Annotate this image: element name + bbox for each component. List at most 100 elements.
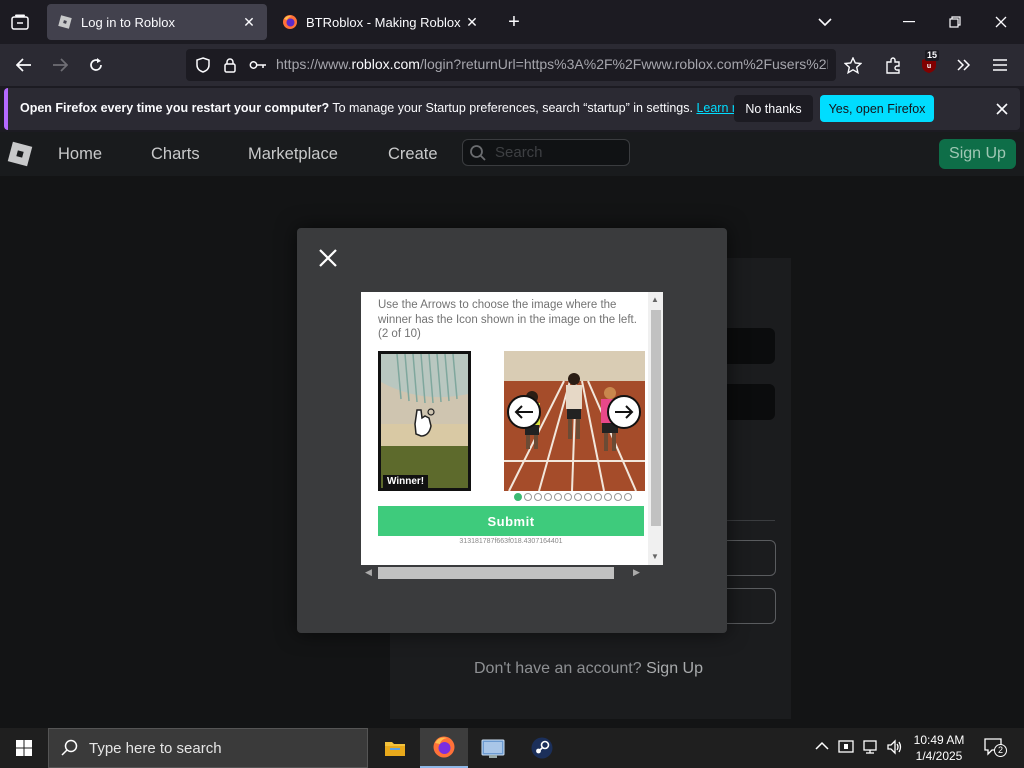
scroll-right-icon[interactable]: ▶: [633, 567, 640, 578]
progress-dot: [564, 493, 572, 501]
roblox-search-input[interactable]: Search: [462, 139, 630, 166]
close-notification-icon[interactable]: [990, 97, 1014, 121]
progress-dot: [534, 493, 542, 501]
progress-dot: [524, 493, 532, 501]
overflow-chevron-icon[interactable]: [952, 53, 976, 77]
url-domain: roblox.com: [351, 56, 420, 72]
windows-start-icon[interactable]: [0, 728, 48, 768]
signup-link[interactable]: Sign Up: [646, 660, 703, 677]
tab-title: Log in to Roblox: [81, 14, 175, 30]
progress-dot: [584, 493, 592, 501]
restore-icon[interactable]: [943, 10, 967, 34]
back-arrow-icon[interactable]: [12, 53, 36, 77]
nav-charts[interactable]: Charts: [151, 145, 200, 164]
captcha-frame: Use the Arrows to choose the image where…: [361, 292, 663, 581]
horizontal-scroll-thumb[interactable]: [378, 567, 614, 579]
roblox-favicon-icon: [57, 14, 73, 30]
roblox-header: Home Charts Marketplace Create Search Si…: [0, 132, 1024, 176]
scroll-down-icon[interactable]: ▼: [651, 552, 659, 561]
notification-count: 2: [994, 744, 1007, 757]
search-icon: [61, 739, 79, 757]
navigation-toolbar: https://www.roblox.com/login?returnUrl=h…: [0, 44, 1024, 86]
url-text[interactable]: https://www.roblox.com/login?returnUrl=h…: [276, 56, 828, 72]
search-placeholder: Search: [495, 144, 543, 161]
nav-home[interactable]: Home: [58, 145, 102, 164]
startup-notification-bar: Open Firefox every time you restart your…: [4, 88, 1020, 130]
security-tray-icon[interactable]: [837, 738, 855, 759]
svg-text:u: u: [927, 63, 931, 70]
firefox-favicon-icon: [282, 14, 298, 30]
captcha-session-id: 313181787f663f018.4307164401: [459, 538, 563, 545]
nav-marketplace[interactable]: Marketplace: [248, 145, 338, 164]
windows-taskbar: Type here to search 10:49 AM 1/4/2025 2: [0, 728, 1024, 768]
scroll-up-icon[interactable]: ▲: [651, 295, 659, 304]
bookmark-star-icon[interactable]: [841, 53, 865, 77]
no-account-text: Don't have an account? Sign Up: [474, 660, 703, 678]
taskbar-search-box[interactable]: Type here to search: [48, 728, 368, 768]
lock-icon[interactable]: [218, 53, 242, 77]
no-thanks-button[interactable]: No thanks: [734, 95, 813, 122]
close-modal-icon[interactable]: [316, 248, 340, 272]
tab-list-icon[interactable]: [8, 10, 32, 34]
captcha-modal: Use the Arrows to choose the image where…: [297, 228, 727, 633]
progress-dot: [544, 493, 552, 501]
progress-dot: [624, 493, 632, 501]
notifications-icon[interactable]: 2: [983, 737, 1007, 760]
notification-message: Open Firefox every time you restart your…: [20, 101, 760, 115]
captcha-progress-dots: [514, 493, 632, 501]
progress-dot: [514, 493, 522, 501]
url-path: /login?returnUrl=https%3A%2F%2Fwww.roblo…: [419, 56, 828, 72]
new-tab-icon[interactable]: +: [502, 10, 526, 34]
progress-dot: [614, 493, 622, 501]
progress-dot: [604, 493, 612, 501]
vertical-scrollbar[interactable]: ▲ ▼: [648, 292, 663, 565]
shield-icon[interactable]: [191, 53, 215, 77]
ublock-extension-icon[interactable]: u 15: [917, 50, 941, 77]
network-icon[interactable]: [862, 738, 880, 759]
url-prefix: https://www.: [276, 56, 352, 72]
forward-arrow-icon[interactable]: [48, 53, 72, 77]
tab-login-roblox[interactable]: Log in to Roblox ✕: [47, 4, 267, 40]
progress-dot: [574, 493, 582, 501]
tab-strip: Log in to Roblox ✕ BTRoblox - Making Rob…: [0, 0, 1024, 44]
close-tab-icon[interactable]: ✕: [241, 14, 257, 31]
hamburger-menu-icon[interactable]: [988, 53, 1012, 77]
clock-date: 1/4/2025: [915, 749, 963, 763]
control-panel-icon[interactable]: [469, 728, 517, 768]
notification-bold: Open Firefox every time you restart your…: [20, 101, 330, 115]
previous-arrow-button[interactable]: [507, 395, 541, 429]
close-tab-icon[interactable]: ✕: [464, 14, 480, 31]
scroll-left-icon[interactable]: ◀: [365, 567, 372, 578]
search-icon: [469, 144, 487, 167]
tab-btroblox[interactable]: BTRoblox - Making Roblox Bett ✕: [272, 4, 490, 40]
horizontal-scrollbar[interactable]: ◀ ▶: [361, 565, 663, 581]
winner-label: Winner!: [383, 475, 429, 488]
no-account-label: Don't have an account?: [474, 660, 642, 677]
clock-time: 10:49 AM: [913, 733, 965, 747]
key-icon[interactable]: [246, 53, 270, 77]
show-hidden-icons-chevron-icon[interactable]: [815, 738, 829, 754]
header-signup-button[interactable]: Sign Up: [939, 139, 1016, 169]
address-bar[interactable]: https://www.roblox.com/login?returnUrl=h…: [186, 49, 836, 81]
tab-title: BTRoblox - Making Roblox Bett: [306, 14, 464, 30]
yes-open-firefox-button[interactable]: Yes, open Firefox: [820, 95, 934, 122]
progress-dot: [554, 493, 562, 501]
volume-icon[interactable]: [886, 738, 904, 759]
progress-dot: [594, 493, 602, 501]
extensions-puzzle-icon[interactable]: [881, 53, 905, 77]
captcha-submit-button[interactable]: Submit: [378, 506, 644, 536]
nav-create[interactable]: Create: [388, 145, 438, 164]
system-clock[interactable]: 10:49 AM 1/4/2025: [905, 732, 973, 764]
reload-icon[interactable]: [84, 53, 108, 77]
firefox-taskbar-icon[interactable]: [420, 728, 468, 768]
reference-image-art: [381, 354, 468, 488]
chevron-down-icon[interactable]: [813, 10, 837, 34]
vertical-scroll-thumb[interactable]: [651, 310, 661, 526]
minimize-icon[interactable]: [897, 10, 921, 34]
captcha-instructions: Use the Arrows to choose the image where…: [378, 299, 637, 340]
next-arrow-button[interactable]: [607, 395, 641, 429]
file-explorer-icon[interactable]: [371, 728, 419, 768]
roblox-logo-icon[interactable]: [6, 140, 34, 173]
steam-icon[interactable]: [518, 728, 566, 768]
close-window-icon[interactable]: [989, 10, 1013, 34]
